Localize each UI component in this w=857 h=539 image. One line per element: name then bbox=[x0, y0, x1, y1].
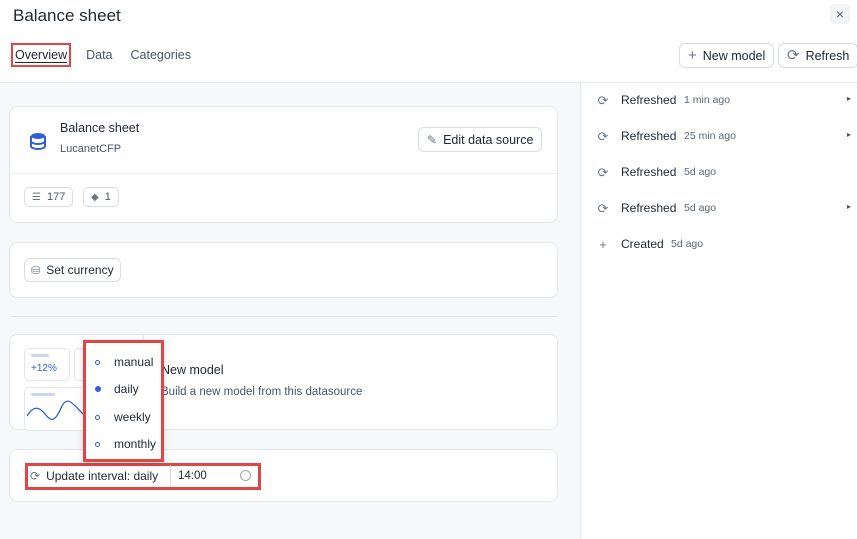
history-item[interactable]: ⟳ Refreshed 25 min ago ▸ bbox=[581, 119, 857, 155]
close-icon: × bbox=[835, 6, 845, 22]
coins-icon: ⛁ bbox=[31, 264, 41, 277]
new-model-title: New model bbox=[161, 363, 224, 377]
refresh-icon: ⟳ bbox=[597, 93, 609, 108]
tab-data[interactable]: Data bbox=[83, 43, 115, 67]
currency-card: ⛁ Set currency bbox=[9, 242, 558, 298]
option-label: daily bbox=[114, 382, 139, 396]
pencil-icon: ✎ bbox=[427, 132, 438, 147]
history-label: Refreshed bbox=[621, 201, 677, 215]
refresh-label: Refresh bbox=[805, 48, 850, 63]
radio-icon bbox=[95, 441, 100, 447]
refresh-button[interactable]: ⟳ Refresh bbox=[778, 43, 857, 68]
chevron-right-icon[interactable]: ▸ bbox=[847, 94, 851, 103]
interval-dropdown: manual daily weekly monthly bbox=[83, 340, 164, 462]
history-item[interactable]: ⟳ Refreshed 5d ago bbox=[581, 155, 857, 191]
chevron-right-icon[interactable]: ▸ bbox=[847, 130, 851, 139]
wave-chart-icon bbox=[27, 400, 83, 420]
history-item[interactable]: ⟳ Refreshed 5d ago ▸ bbox=[581, 191, 857, 227]
database-icon bbox=[30, 133, 46, 151]
history-item[interactable]: ⟳ Refreshed 1 min ago ▸ bbox=[581, 83, 857, 119]
chevron-right-icon[interactable]: ▸ bbox=[847, 202, 851, 211]
option-monthly[interactable]: monthly bbox=[86, 431, 161, 457]
growth-thumbnail: +12% bbox=[24, 348, 70, 381]
new-model-subtitle: Build a new model from this datasource bbox=[161, 386, 363, 398]
new-model-label: New model bbox=[702, 48, 766, 63]
plus-icon: + bbox=[599, 237, 607, 252]
models-count-badge: ◆ 1 bbox=[83, 187, 119, 207]
chart-thumbnail bbox=[24, 387, 86, 431]
growth-badge: +12% bbox=[31, 363, 57, 374]
refresh-icon: ⟳ bbox=[597, 201, 609, 216]
radio-icon bbox=[95, 414, 100, 420]
new-model-button[interactable]: + New model bbox=[679, 43, 775, 68]
tab-bar: Overview Data Categories bbox=[11, 43, 206, 67]
history-time: 25 min ago bbox=[684, 130, 736, 142]
radio-selected-icon bbox=[95, 386, 101, 392]
history-time: 5d ago bbox=[671, 238, 704, 250]
datasource-subtitle: LucanetCFP bbox=[60, 143, 122, 155]
records-count: 177 bbox=[46, 191, 66, 203]
set-currency-label: Set currency bbox=[46, 263, 114, 277]
refresh-icon: ⟳ bbox=[30, 469, 41, 483]
records-count-badge: ☰ 177 bbox=[24, 187, 74, 207]
models-count: 1 bbox=[104, 191, 111, 203]
clock-icon[interactable] bbox=[240, 470, 251, 481]
option-daily[interactable]: daily bbox=[86, 376, 161, 402]
history-label: Refreshed bbox=[621, 165, 677, 179]
history-time: 5d ago bbox=[684, 202, 717, 214]
datasource-title: Balance sheet bbox=[60, 121, 140, 135]
option-label: monthly bbox=[114, 437, 157, 451]
option-manual[interactable]: manual bbox=[86, 349, 161, 375]
database-icon: ☰ bbox=[32, 191, 41, 203]
tab-overview[interactable]: Overview bbox=[11, 43, 72, 67]
history-item[interactable]: + Created 5d ago bbox=[581, 227, 857, 263]
history-label: Created bbox=[621, 237, 664, 251]
update-interval-label: Update interval: daily bbox=[46, 469, 159, 483]
refresh-icon: ⟳ bbox=[787, 47, 800, 64]
edit-data-source-label: Edit data source bbox=[443, 132, 534, 147]
refresh-icon: ⟳ bbox=[597, 129, 609, 144]
history-time: 5d ago bbox=[684, 166, 717, 178]
option-weekly[interactable]: weekly bbox=[86, 404, 161, 430]
card-divider bbox=[10, 173, 557, 174]
history-label: Refreshed bbox=[621, 129, 677, 143]
section-divider bbox=[10, 316, 557, 317]
page-title: Balance sheet bbox=[13, 6, 121, 25]
radio-icon bbox=[95, 359, 100, 365]
update-interval-button[interactable]: ⟳ Update interval: daily bbox=[27, 465, 169, 487]
plus-icon: + bbox=[688, 47, 697, 64]
history-label: Refreshed bbox=[621, 93, 677, 107]
refresh-icon: ⟳ bbox=[597, 165, 609, 180]
cube-icon: ◆ bbox=[91, 191, 99, 203]
datasource-card: Balance sheet LucanetCFP ✎ Edit data sou… bbox=[9, 106, 558, 223]
option-label: manual bbox=[114, 355, 154, 369]
set-currency-button[interactable]: ⛁ Set currency bbox=[24, 258, 121, 282]
history-time: 1 min ago bbox=[684, 94, 731, 106]
tab-categories[interactable]: Categories bbox=[128, 43, 194, 67]
edit-data-source-button[interactable]: ✎ Edit data source bbox=[418, 127, 543, 152]
close-button[interactable]: × bbox=[830, 4, 850, 24]
option-label: weekly bbox=[114, 410, 151, 424]
